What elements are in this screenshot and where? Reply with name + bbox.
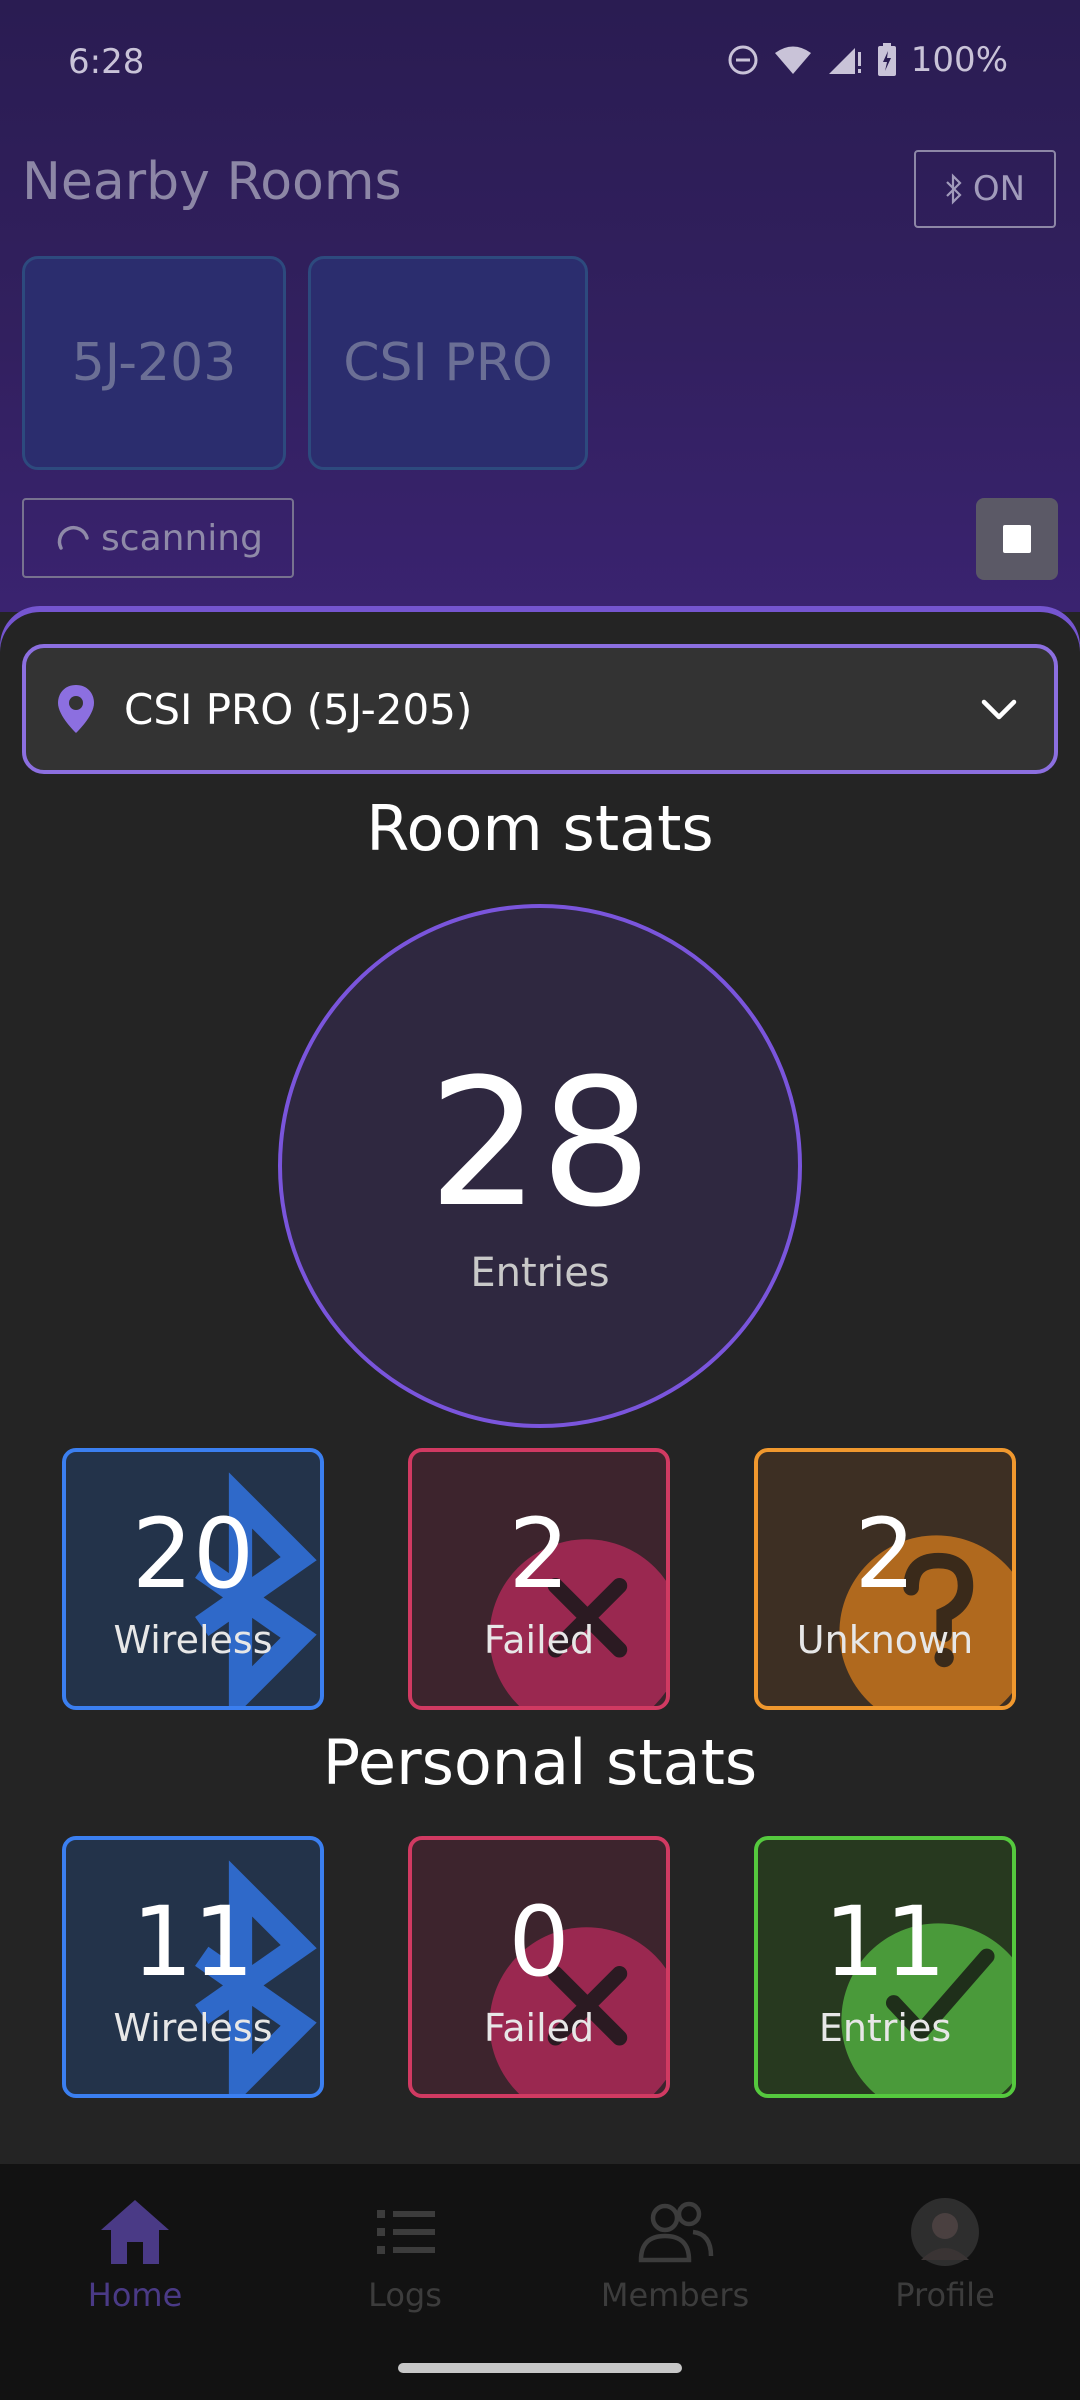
personal-entries-tile: 11 Entries <box>754 1836 1016 2098</box>
room-stats-title: Room stats <box>366 792 714 865</box>
scanning-label: scanning <box>101 517 263 559</box>
signal-icon <box>828 48 861 74</box>
status-bar: 6:28 100% <box>0 0 1080 128</box>
status-icons: 100% <box>727 40 1008 80</box>
room-entries-count: 28 <box>428 1041 652 1246</box>
room-failed-count: 2 <box>508 1498 570 1610</box>
members-icon <box>638 2201 714 2263</box>
battery-icon <box>877 43 896 76</box>
nav-item-members[interactable]: Members <box>540 2196 810 2314</box>
chevron-down-icon <box>981 699 1017 720</box>
do-not-disturb-icon <box>728 45 758 75</box>
home-icon <box>101 2200 169 2264</box>
personal-wireless-count: 11 <box>131 1886 255 1998</box>
room-wireless-label: Wireless <box>113 1618 273 1662</box>
personal-failed-count: 0 <box>508 1886 570 1998</box>
room-wireless-tile: 20 Wireless <box>62 1448 324 1710</box>
list-icon <box>377 2210 435 2254</box>
room-unknown-tile: 2 Unknown <box>754 1448 1016 1710</box>
home-indicator[interactable] <box>398 2363 682 2373</box>
nearby-rooms-panel: 6:28 100% Nearby Rooms ON 5J-203 CSI PRO… <box>0 0 1080 612</box>
nav-item-home[interactable]: Home <box>0 2196 270 2314</box>
selected-room-label: CSI PRO (5J-205) <box>124 684 473 734</box>
personal-failed-tile: 0 Failed <box>408 1836 670 2098</box>
personal-entries-label: Entries <box>818 2006 952 2050</box>
wifi-icon <box>774 46 811 74</box>
room-entries-circle: 28 Entries <box>278 904 802 1428</box>
location-pin-icon <box>58 685 94 733</box>
spinner-icon <box>57 525 89 550</box>
room-unknown-count: 2 <box>854 1498 916 1610</box>
bluetooth-toggle-button[interactable]: ON <box>914 150 1056 228</box>
personal-wireless-label: Wireless <box>113 2006 273 2050</box>
personal-stats-title: Personal stats <box>322 1726 758 1799</box>
stop-scan-button[interactable] <box>976 498 1058 580</box>
personal-entries-count: 11 <box>823 1886 947 1998</box>
personal-failed-label: Failed <box>483 2006 595 2050</box>
room-unknown-label: Unknown <box>796 1618 974 1662</box>
nearby-room-card-5j-203[interactable]: 5J-203 <box>22 256 286 470</box>
nav-home-label: Home <box>87 2276 183 2314</box>
scanning-button[interactable]: scanning <box>22 498 294 578</box>
room-entries-label: Entries <box>470 1250 610 1296</box>
nav-profile-label: Profile <box>895 2276 995 2314</box>
nav-logs-label: Logs <box>368 2276 442 2314</box>
bluetooth-state-label: ON <box>972 169 1026 209</box>
nearby-room-card-csi-pro[interactable]: CSI PRO <box>308 256 588 470</box>
stop-icon <box>1003 525 1031 553</box>
avatar <box>911 2198 979 2266</box>
bluetooth-icon <box>946 173 962 205</box>
nearby-rooms-title: Nearby Rooms <box>22 152 402 212</box>
room-failed-label: Failed <box>483 1618 595 1662</box>
nav-members-label: Members <box>600 2276 750 2314</box>
room-wireless-count: 20 <box>131 1498 255 1610</box>
personal-wireless-tile: 11 Wireless <box>62 1836 324 2098</box>
status-time: 6:28 <box>68 42 145 82</box>
battery-percent: 100% <box>910 40 1008 80</box>
nav-item-logs[interactable]: Logs <box>270 2196 540 2314</box>
room-failed-tile: 2 Failed <box>408 1448 670 1710</box>
room-selector-dropdown[interactable]: CSI PRO (5J-205) <box>22 644 1058 774</box>
nav-item-profile[interactable]: Profile <box>810 2196 1080 2314</box>
